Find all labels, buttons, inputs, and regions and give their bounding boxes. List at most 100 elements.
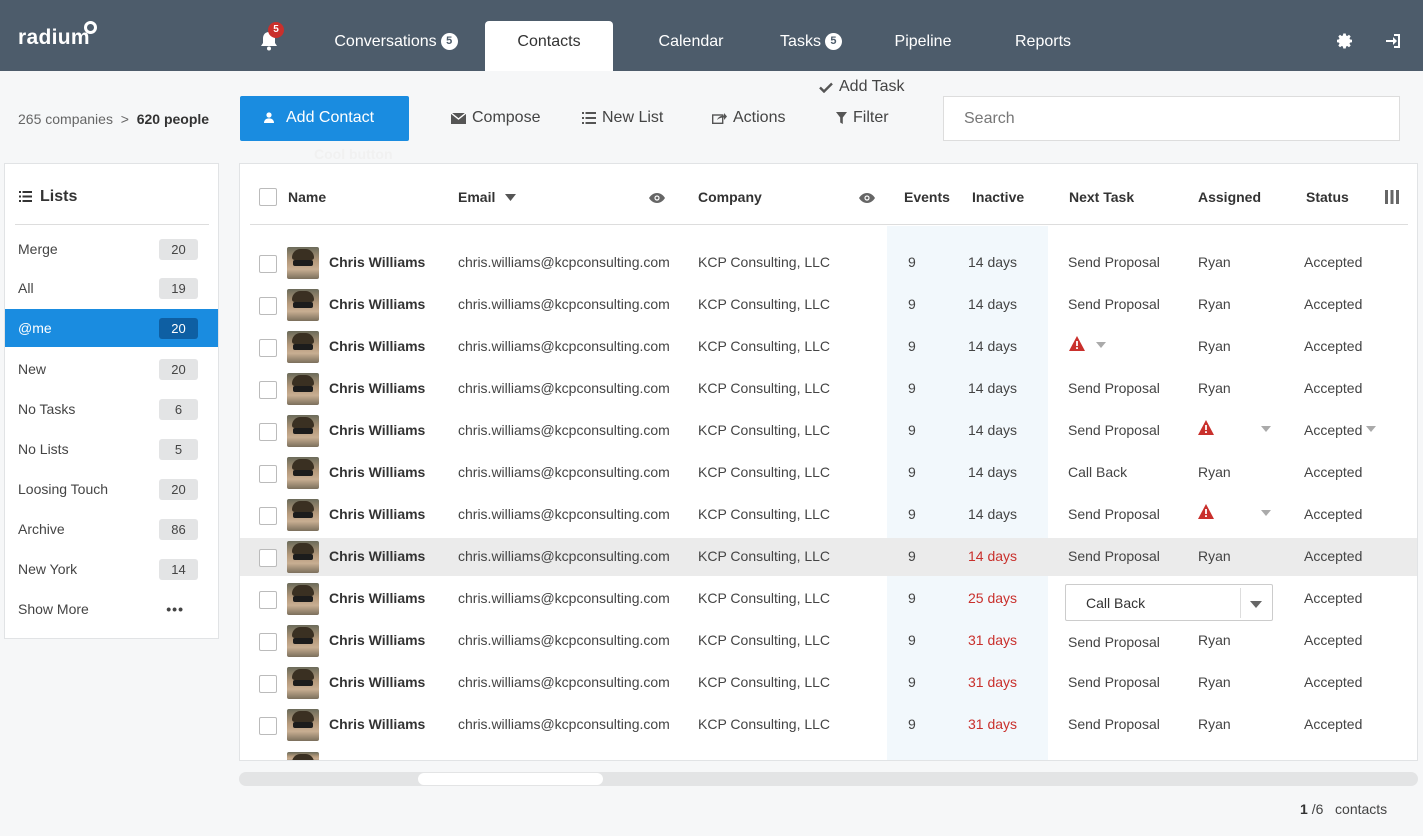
contact-status[interactable]: Accepted bbox=[1304, 632, 1362, 648]
contact-assigned[interactable]: Ryan bbox=[1198, 464, 1231, 480]
sidebar-item-new-york[interactable]: New York 14 bbox=[5, 550, 218, 588]
contact-status[interactable]: Accepted bbox=[1304, 338, 1362, 354]
chevron-down-icon[interactable] bbox=[1250, 601, 1262, 608]
contact-company[interactable]: KCP Consulting, LLC bbox=[698, 590, 830, 606]
contact-company[interactable]: KCP Consulting, LLC bbox=[698, 296, 830, 312]
contact-name[interactable]: Chris Williams bbox=[329, 506, 425, 522]
row-checkbox[interactable] bbox=[259, 381, 277, 399]
contact-assigned[interactable]: Ryan bbox=[1198, 674, 1231, 690]
contact-email[interactable]: chris.williams@kcpconsulting.com bbox=[458, 338, 670, 354]
contact-company[interactable]: KCP Consulting, LLC bbox=[698, 506, 830, 522]
contact-status[interactable]: Accepted bbox=[1304, 590, 1362, 606]
contact-assigned[interactable]: Ryan bbox=[1198, 548, 1231, 564]
row-checkbox[interactable] bbox=[259, 255, 277, 273]
row-checkbox[interactable] bbox=[259, 465, 277, 483]
row-checkbox[interactable] bbox=[259, 675, 277, 693]
warning-icon[interactable] bbox=[1069, 336, 1085, 351]
contact-next-task[interactable]: Send Proposal bbox=[1068, 548, 1160, 564]
tab-contacts[interactable]: Contacts bbox=[485, 21, 613, 71]
table-row[interactable]: Chris Williams chris.williams@kcpconsult… bbox=[240, 538, 1417, 576]
sidebar-show-more[interactable]: Show More ••• bbox=[5, 590, 218, 628]
table-row[interactable]: Chris Williams chris.williams@kcpconsult… bbox=[240, 412, 1417, 450]
current-page[interactable]: 1 bbox=[1300, 801, 1308, 817]
row-checkbox[interactable] bbox=[259, 339, 277, 357]
sidebar-item-new[interactable]: New 20 bbox=[5, 350, 218, 388]
contact-name[interactable]: Chris Williams bbox=[329, 254, 425, 270]
contact-assigned[interactable]: Ryan bbox=[1198, 716, 1231, 732]
column-header-next-task[interactable]: Next Task bbox=[1069, 189, 1134, 205]
contact-next-task[interactable]: Send Proposal bbox=[1068, 634, 1160, 650]
logout-icon[interactable] bbox=[1384, 32, 1402, 50]
contact-status[interactable]: Accepted bbox=[1304, 464, 1362, 480]
sidebar-item-loosing-touch[interactable]: Loosing Touch 20 bbox=[5, 470, 218, 508]
contact-name[interactable]: Chris Williams bbox=[329, 590, 425, 606]
column-header-email[interactable]: Email bbox=[458, 189, 517, 205]
contact-email[interactable]: chris.williams@kcpconsulting.com bbox=[458, 632, 670, 648]
contact-next-task[interactable]: Send Proposal bbox=[1068, 380, 1160, 396]
contact-next-task[interactable]: Send Proposal bbox=[1068, 254, 1160, 270]
sidebar-item-all[interactable]: All 19 bbox=[5, 269, 218, 307]
contact-company[interactable]: KCP Consulting, LLC bbox=[698, 254, 830, 270]
columns-icon[interactable] bbox=[1385, 190, 1399, 204]
contact-name[interactable]: Chris Williams bbox=[329, 548, 425, 564]
select-all-checkbox[interactable] bbox=[259, 188, 277, 206]
contact-name[interactable]: Chris Williams bbox=[329, 422, 425, 438]
contact-name[interactable]: Chris Williams bbox=[329, 464, 425, 480]
new-list-button[interactable]: New List bbox=[582, 109, 663, 127]
tab-conversations[interactable]: Conversations 5 bbox=[316, 21, 476, 71]
gear-icon[interactable] bbox=[1336, 32, 1354, 50]
contact-next-task[interactable]: Send Proposal bbox=[1068, 674, 1160, 690]
filter-button[interactable]: Filter bbox=[836, 109, 889, 127]
contact-email[interactable]: chris.williams@kcpconsulting.com bbox=[458, 422, 670, 438]
contact-name[interactable]: Chris Williams bbox=[329, 296, 425, 312]
column-header-inactive[interactable]: Inactive bbox=[972, 189, 1024, 205]
contact-name[interactable]: Chris Williams bbox=[329, 632, 425, 648]
chevron-down-icon[interactable] bbox=[1366, 426, 1376, 432]
contact-company[interactable]: KCP Consulting, LLC bbox=[698, 338, 830, 354]
contact-email[interactable]: chris.williams@kcpconsulting.com bbox=[458, 296, 670, 312]
eye-icon[interactable] bbox=[859, 193, 875, 203]
contact-email[interactable]: chris.williams@kcpconsulting.com bbox=[458, 548, 670, 564]
contact-company[interactable]: KCP Consulting, LLC bbox=[698, 548, 830, 564]
row-checkbox[interactable] bbox=[259, 717, 277, 735]
table-row[interactable]: Chris Williams chris.williams@kcpconsult… bbox=[240, 370, 1417, 408]
tab-reports[interactable]: Reports bbox=[998, 21, 1088, 71]
contact-status[interactable]: Accepted bbox=[1304, 674, 1362, 690]
row-checkbox[interactable] bbox=[259, 423, 277, 441]
contact-assigned[interactable]: Ryan bbox=[1198, 338, 1231, 354]
table-row[interactable]: Chris Williams chris.williams@kcpconsult… bbox=[240, 286, 1417, 324]
row-checkbox[interactable] bbox=[259, 633, 277, 651]
contact-next-task[interactable]: Send Proposal bbox=[1068, 506, 1160, 522]
sidebar-item-no-tasks[interactable]: No Tasks 6 bbox=[5, 390, 218, 428]
contact-name[interactable]: Chris Williams bbox=[329, 716, 425, 732]
contact-next-task[interactable]: Call Back bbox=[1068, 464, 1127, 480]
contact-company[interactable]: KCP Consulting, LLC bbox=[698, 422, 830, 438]
contact-email[interactable]: chris.williams@kcpconsulting.com bbox=[458, 464, 670, 480]
sidebar-item-merge[interactable]: Merge 20 bbox=[5, 230, 218, 268]
contact-status[interactable]: Accepted bbox=[1304, 296, 1362, 312]
contact-assigned[interactable]: Ryan bbox=[1198, 296, 1231, 312]
column-header-company[interactable]: Company bbox=[698, 189, 762, 205]
search-input[interactable] bbox=[943, 96, 1400, 141]
sidebar-item-archive[interactable]: Archive 86 bbox=[5, 510, 218, 548]
contact-status[interactable]: Accepted bbox=[1304, 422, 1362, 438]
add-task-button[interactable]: Add Task bbox=[819, 78, 905, 96]
contact-name[interactable]: Chris Williams bbox=[329, 674, 425, 690]
tab-pipeline[interactable]: Pipeline bbox=[880, 21, 966, 71]
contact-name[interactable]: Chris Williams bbox=[329, 380, 425, 396]
contact-email[interactable]: chris.williams@kcpconsulting.com bbox=[458, 674, 670, 690]
horizontal-scrollbar[interactable] bbox=[239, 772, 1418, 786]
eye-icon[interactable] bbox=[649, 193, 665, 203]
contact-next-task[interactable]: Send Proposal bbox=[1068, 716, 1160, 732]
contact-email[interactable]: chris.williams@kcpconsulting.com bbox=[458, 716, 670, 732]
tab-tasks[interactable]: Tasks 5 bbox=[766, 21, 856, 71]
sidebar-item-no-lists[interactable]: No Lists 5 bbox=[5, 430, 218, 468]
sidebar-item-me[interactable]: @me 20 bbox=[5, 309, 218, 347]
chevron-down-icon[interactable] bbox=[1261, 426, 1271, 432]
breadcrumb-companies[interactable]: 265 companies bbox=[18, 111, 113, 127]
row-checkbox[interactable] bbox=[259, 549, 277, 567]
column-header-assigned[interactable]: Assigned bbox=[1198, 189, 1261, 205]
compose-button[interactable]: Compose bbox=[450, 109, 540, 127]
contact-email[interactable]: chris.williams@kcpconsulting.com bbox=[458, 506, 670, 522]
table-row[interactable]: Chris Williams chris.williams@kcpconsult… bbox=[240, 454, 1417, 492]
